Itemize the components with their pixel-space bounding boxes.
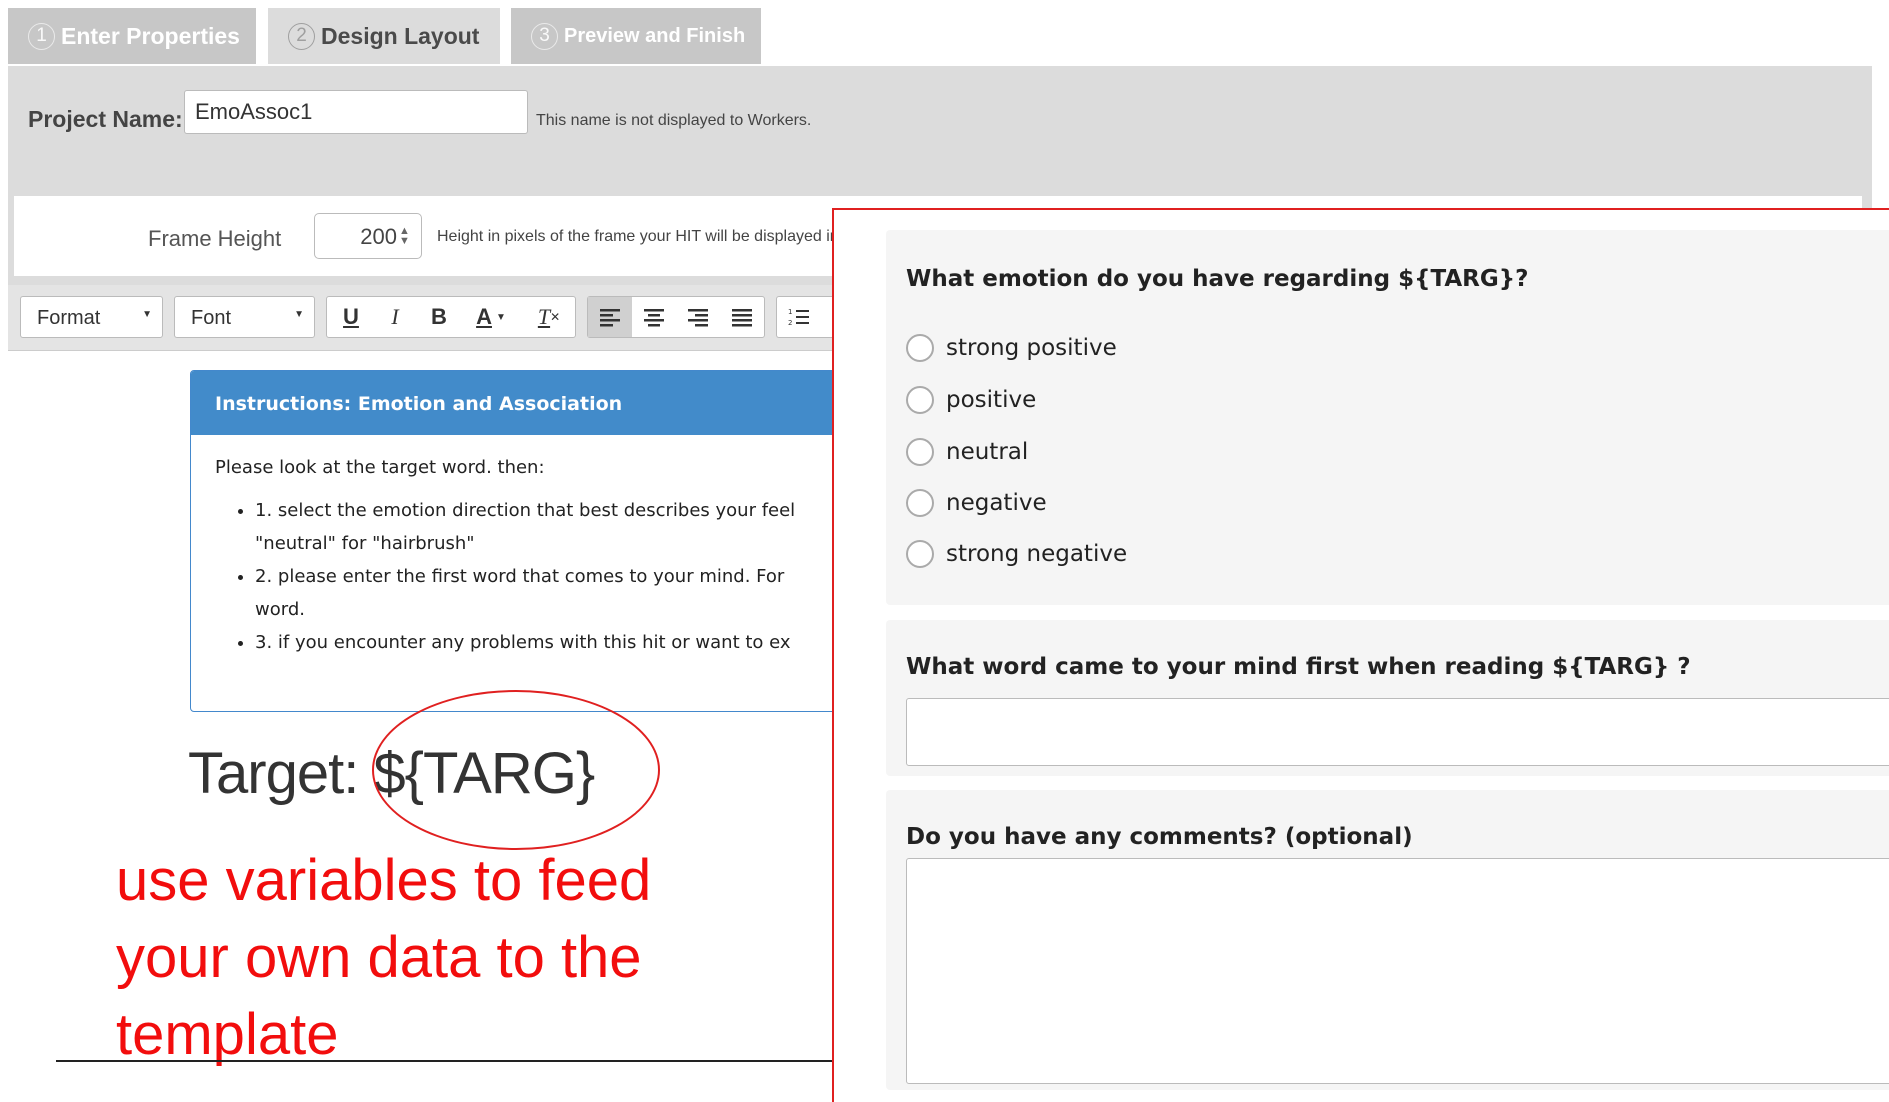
svg-text:1: 1 (788, 308, 792, 316)
project-name-label: Project Name: (28, 106, 183, 132)
close-icon: ✕ (550, 310, 561, 324)
format-dropdown-label: Format (37, 307, 101, 329)
question-card-emotion: What emotion do you have regarding ${TAR… (886, 230, 1889, 605)
instructions-item: 1. select the emotion direction that bes… (255, 494, 825, 527)
clear-format-button[interactable]: T ✕ (527, 297, 571, 337)
instructions-list: 1. select the emotion direction that bes… (215, 494, 825, 659)
bold-icon: B (431, 304, 447, 329)
instructions-title: Instructions: Emotion and Association (191, 371, 849, 435)
align-justify-icon (732, 309, 752, 327)
font-color-button[interactable]: A ▼ (461, 297, 521, 337)
radio-button[interactable] (906, 386, 934, 414)
option-label: negative (946, 490, 1047, 516)
instructions-item: 3. if you encounter any problems with th… (255, 626, 825, 659)
font-color-icon: A (476, 304, 492, 329)
frame-height-label: Frame Height (148, 226, 282, 251)
bold-button[interactable]: B (417, 297, 461, 337)
underline-icon: U (343, 304, 359, 329)
list-group: 12 (776, 296, 840, 338)
align-center-button[interactable] (632, 297, 676, 337)
option-positive[interactable]: positive (906, 386, 1036, 414)
option-label: positive (946, 387, 1037, 413)
project-name-note: This name is not displayed to Workers. (536, 112, 812, 129)
tab-preview-finish-label: Preview and Finish (564, 24, 746, 47)
align-left-button[interactable] (588, 297, 632, 337)
instructions-item: 2. please enter the first word that come… (255, 560, 825, 593)
radio-button[interactable] (906, 334, 934, 362)
alignment-group (587, 296, 765, 338)
question-card-first-word: What word came to your mind first when r… (886, 620, 1889, 776)
numbered-list-button[interactable]: 12 (777, 297, 821, 337)
italic-icon: I (391, 304, 399, 329)
step-number-3: 3 (531, 22, 558, 50)
instructions-item-continuation: "neutral" for "hairbrush" (255, 533, 475, 554)
tab-preview-finish[interactable]: 3 Preview and Finish (511, 8, 761, 64)
align-center-icon (644, 309, 664, 327)
question-card-comments: Do you have any comments? (optional) (886, 790, 1889, 1090)
frame-height-note: Height in pixels of the frame your HIT w… (437, 228, 839, 245)
tab-design-layout-label: Design Layout (321, 22, 480, 49)
chevron-down-icon: ▼ (495, 311, 506, 323)
first-word-input[interactable] (906, 698, 1889, 766)
format-dropdown[interactable]: Format ▼ (20, 296, 163, 338)
highlight-ellipse (372, 690, 660, 850)
align-justify-button[interactable] (720, 297, 764, 337)
tab-enter-properties-label: Enter Properties (61, 22, 240, 49)
frame-height-stepper-icon[interactable]: ▲ ▼ (399, 226, 410, 247)
font-dropdown[interactable]: Font ▼ (174, 296, 315, 338)
radio-button[interactable] (906, 489, 934, 517)
question-emotion: What emotion do you have regarding ${TAR… (906, 266, 1529, 292)
option-negative[interactable]: negative (906, 489, 1047, 517)
font-dropdown-label: Font (191, 307, 232, 329)
question-first-word: What word came to your mind first when r… (906, 654, 1691, 680)
tab-enter-properties[interactable]: 1 Enter Properties (8, 8, 256, 64)
option-label: strong positive (946, 335, 1117, 361)
instructions-intro: Please look at the target word. then: (215, 457, 545, 478)
clear-format-icon: T (537, 304, 551, 329)
chevron-down-icon: ▼ (142, 309, 152, 320)
svg-text:2: 2 (788, 319, 792, 327)
step-number-2: 2 (288, 22, 315, 50)
instructions-panel: Instructions: Emotion and Association Pl… (190, 370, 850, 712)
annotation-callout: use variables to feed your own data to t… (116, 848, 652, 1067)
comments-textarea[interactable] (906, 858, 1889, 1084)
hit-preview-panel: What emotion do you have regarding ${TAR… (832, 208, 1889, 1102)
align-right-button[interactable] (676, 297, 720, 337)
radio-button[interactable] (906, 438, 934, 466)
align-left-icon (600, 309, 620, 327)
option-strong-negative[interactable]: strong negative (906, 540, 1127, 568)
text-style-group: U I B A ▼ T ✕ (326, 296, 576, 338)
option-strong-positive[interactable]: strong positive (906, 334, 1117, 362)
italic-button[interactable]: I (373, 297, 417, 337)
tab-design-layout[interactable]: 2 Design Layout (268, 8, 500, 64)
question-comments: Do you have any comments? (optional) (906, 824, 1413, 850)
option-label: strong negative (946, 541, 1128, 567)
align-right-icon (688, 309, 708, 327)
option-neutral[interactable]: neutral (906, 438, 1028, 466)
numbered-list-icon: 12 (788, 308, 809, 327)
instructions-item-continuation: word. (255, 599, 305, 620)
step-number-1: 1 (28, 22, 55, 50)
project-name-input[interactable]: EmoAssoc1 (184, 90, 528, 134)
option-label: neutral (946, 439, 1029, 465)
underline-button[interactable]: U (329, 297, 373, 337)
chevron-down-icon: ▼ (294, 309, 304, 320)
divider-line (56, 1060, 840, 1062)
radio-button[interactable] (906, 540, 934, 568)
